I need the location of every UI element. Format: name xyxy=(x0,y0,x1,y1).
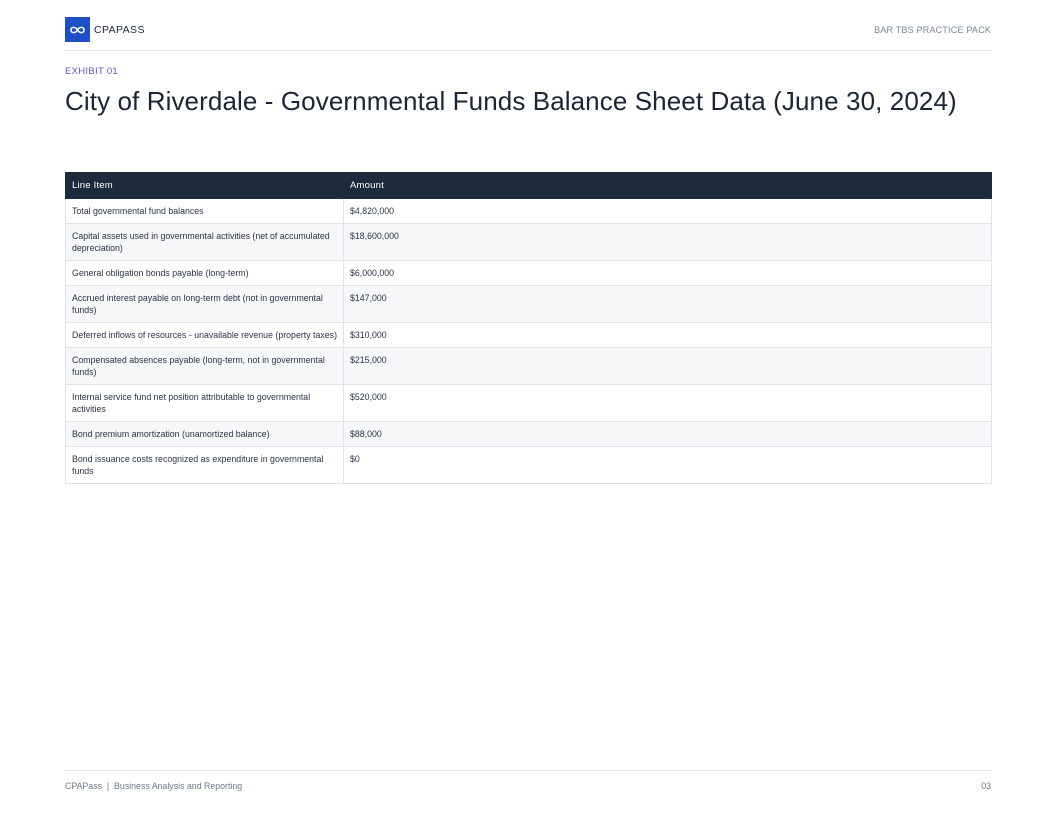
pack-label: BAR TBS PRACTICE PACK xyxy=(874,25,991,35)
balance-sheet-table: Line Item Amount Total governmental fund… xyxy=(65,172,992,484)
logo xyxy=(65,17,90,42)
line-item-cell: Compensated absences payable (long-term,… xyxy=(65,347,344,385)
exhibit-label: EXHIBIT 01 xyxy=(65,66,118,77)
line-item-cell: Bond premium amortization (unamortized b… xyxy=(65,421,344,447)
table-row: Capital assets used in governmental acti… xyxy=(65,223,992,261)
footer-course-label: CPAPass | Business Analysis and Reportin… xyxy=(65,781,243,791)
table-row: Bond premium amortization (unamortized b… xyxy=(65,421,992,447)
table-row: Compensated absences payable (long-term,… xyxy=(65,347,992,385)
table-row: Total governmental fund balances $4,820,… xyxy=(65,198,992,224)
page-number: 03 xyxy=(981,781,991,791)
amount-cell: $6,000,000 xyxy=(343,260,992,286)
page-title: City of Riverdale - Governmental Funds B… xyxy=(65,86,957,116)
table-row: Internal service fund net position attri… xyxy=(65,384,992,422)
amount-cell: $147,000 xyxy=(343,285,992,323)
table-row: Deferred inflows of resources - unavaila… xyxy=(65,322,992,348)
table-row: Accrued interest payable on long-term de… xyxy=(65,285,992,323)
table-row: Bond issuance costs recognized as expend… xyxy=(65,446,992,484)
table-row: General obligation bonds payable (long-t… xyxy=(65,260,992,286)
amount-cell: $18,600,000 xyxy=(343,223,992,261)
amount-cell: $310,000 xyxy=(343,322,992,348)
line-item-cell: Capital assets used in governmental acti… xyxy=(65,223,344,261)
line-item-cell: Deferred inflows of resources - unavaila… xyxy=(65,322,344,348)
infinity-icon xyxy=(70,26,85,33)
table-header-row: Line Item Amount xyxy=(65,172,992,199)
amount-cell: $4,820,000 xyxy=(343,198,992,224)
column-header-line-item: Line Item xyxy=(65,172,344,199)
line-item-cell: Accrued interest payable on long-term de… xyxy=(65,285,344,323)
line-item-cell: Bond issuance costs recognized as expend… xyxy=(65,446,344,484)
line-item-cell: Internal service fund net position attri… xyxy=(65,384,344,422)
line-item-cell: General obligation bonds payable (long-t… xyxy=(65,260,344,286)
page-header: CPAPASS BAR TBS PRACTICE PACK xyxy=(65,17,991,51)
page-footer: CPAPass | Business Analysis and Reportin… xyxy=(65,770,991,791)
amount-cell: $215,000 xyxy=(343,347,992,385)
line-item-cell: Total governmental fund balances xyxy=(65,198,344,224)
brand-name: CPAPASS xyxy=(94,24,145,36)
amount-cell: $520,000 xyxy=(343,384,992,422)
column-header-amount: Amount xyxy=(343,172,992,199)
amount-cell: $88,000 xyxy=(343,421,992,447)
amount-cell: $0 xyxy=(343,446,992,484)
